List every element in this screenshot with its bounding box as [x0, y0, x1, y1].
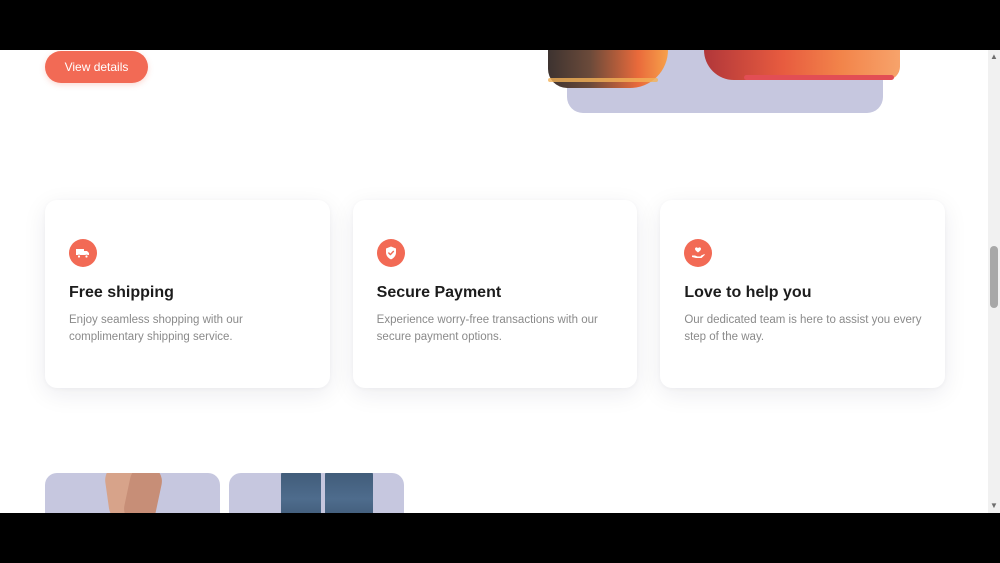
- feature-title: Free shipping: [69, 284, 174, 301]
- page-viewport: View details Free shipping Enjoy seamles…: [0, 50, 1000, 513]
- letterbox-top: [0, 0, 1000, 50]
- feature-title: Love to help you: [684, 284, 812, 301]
- scrollbar[interactable]: ▲ ▼: [988, 50, 1000, 513]
- jeans-image: [281, 473, 321, 513]
- shoe-right-image: [704, 50, 900, 80]
- scrollbar-thumb[interactable]: [990, 246, 998, 308]
- feature-card-support: Love to help you Our dedicated team is h…: [660, 200, 946, 388]
- product-thumbnail[interactable]: [229, 473, 404, 513]
- feature-card-payment: Secure Payment Experience worry-free tra…: [352, 200, 638, 388]
- features-section: Free shipping Enjoy seamless shopping wi…: [45, 200, 946, 388]
- product-thumbnail[interactable]: [45, 473, 220, 513]
- feature-description: Enjoy seamless shopping with our complim…: [69, 314, 243, 343]
- hero-product-image: [548, 50, 903, 113]
- feature-card-shipping: Free shipping Enjoy seamless shopping wi…: [45, 200, 330, 388]
- shield-icon: [376, 239, 405, 267]
- product-thumbnails: [45, 473, 404, 513]
- jeans-image: [325, 473, 373, 513]
- shoe-left-image: [548, 50, 668, 88]
- feature-description: Experience worry-free transactions with …: [376, 314, 598, 343]
- letterbox-bottom: [0, 513, 1000, 563]
- scroll-up-arrow-icon[interactable]: ▲: [988, 52, 1000, 62]
- scroll-down-arrow-icon[interactable]: ▼: [988, 501, 1000, 511]
- feature-description: Our dedicated team is here to assist you…: [684, 314, 922, 343]
- view-details-button[interactable]: View details: [45, 51, 148, 83]
- truck-icon: [69, 239, 97, 267]
- hand-heart-icon: [684, 239, 713, 267]
- feature-title: Secure Payment: [376, 284, 502, 301]
